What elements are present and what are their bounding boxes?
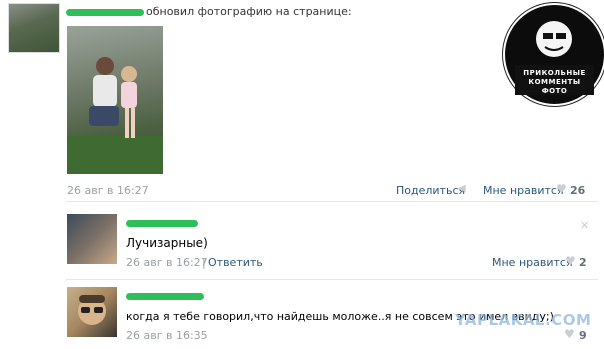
heart-icon[interactable]: ♥	[556, 182, 567, 196]
comment-avatar[interactable]	[67, 287, 117, 337]
comment-like-count: 9	[579, 329, 587, 342]
heart-icon[interactable]: ♥	[564, 327, 575, 341]
comment-separator: |	[202, 256, 206, 269]
heart-icon[interactable]: ♥	[565, 254, 576, 268]
comment-date[interactable]: 26 авг в 16:27	[126, 256, 208, 269]
reply-button[interactable]: Ответить	[208, 256, 263, 269]
like-button[interactable]: Мне нравится	[483, 184, 564, 197]
site-watermark: YAPLAKAL.COM	[455, 311, 592, 329]
comment-like-button[interactable]: Мне нравится	[492, 256, 573, 269]
comment-date[interactable]: 26 авг в 16:35	[126, 329, 208, 342]
comment-text: Лучизарные)	[126, 236, 208, 250]
divider	[66, 279, 598, 280]
share-button[interactable]: Поделиться	[396, 184, 465, 197]
commenter-name-redacted[interactable]	[126, 293, 204, 300]
watermark-badge-text: ПРИКОЛЬНЫЕ КОММЕНТЫ ФОТО	[523, 69, 586, 95]
like-count: 26	[570, 184, 586, 197]
post-photo[interactable]	[67, 26, 163, 174]
share-icon[interactable]: ◀	[458, 183, 466, 194]
commenter-name-redacted[interactable]	[126, 220, 198, 227]
people-silhouette	[67, 57, 163, 174]
comment-like-count: 2	[579, 256, 587, 269]
divider	[66, 201, 598, 202]
face-with-glasses-icon	[78, 295, 106, 325]
author-name-redacted[interactable]	[66, 9, 144, 16]
post-date[interactable]: 26 авг в 16:27	[67, 184, 149, 197]
author-avatar[interactable]	[8, 3, 60, 53]
post-action-text: обновил фотографию на странице:	[146, 5, 352, 18]
comment-avatar[interactable]	[67, 214, 117, 264]
watermark-badge: ПРИКОЛЬНЫЕ КОММЕНТЫ ФОТО	[503, 3, 604, 106]
close-icon[interactable]: ✕	[580, 219, 589, 232]
